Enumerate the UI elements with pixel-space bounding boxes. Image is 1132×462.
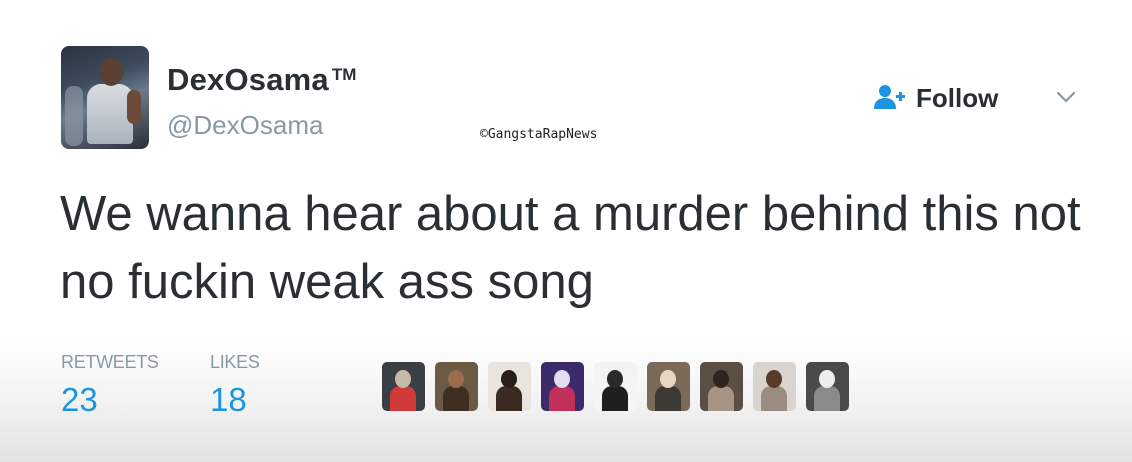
avatar-background-figure	[65, 86, 83, 146]
liker-avatar-figure-head	[819, 370, 835, 388]
avatar-figure-arm	[127, 90, 141, 124]
retweets-stat[interactable]: RETWEETS 23	[61, 350, 159, 422]
liker-avatar-figure-head	[713, 370, 729, 388]
liker-avatar-figure-body	[708, 386, 734, 411]
liker-avatar-figure-body	[655, 386, 681, 411]
follow-button-label: Follow	[916, 83, 999, 113]
likers-avatar-list	[382, 362, 859, 411]
likes-count: 18	[210, 381, 247, 418]
add-user-icon	[874, 85, 905, 109]
liker-avatar-figure-head	[660, 370, 676, 388]
liker-avatar-figure-head	[395, 370, 411, 388]
avatar[interactable]	[61, 46, 149, 149]
liker-avatar-figure-body	[496, 386, 522, 411]
liker-avatar[interactable]	[700, 362, 743, 411]
watermark: ©GangstaRapNews	[480, 127, 598, 142]
avatar-figure-head	[99, 58, 123, 86]
liker-avatar-figure-head	[501, 370, 517, 388]
liker-avatar[interactable]	[806, 362, 849, 411]
liker-avatar[interactable]	[541, 362, 584, 411]
liker-avatar-figure-body	[602, 386, 628, 411]
tweet-card: DexOsama TM @DexOsama ©GangstaRapNews Fo…	[0, 0, 1132, 462]
chevron-down-icon[interactable]	[1053, 86, 1079, 108]
liker-avatar[interactable]	[488, 362, 531, 411]
liker-avatar-figure-body	[443, 386, 469, 411]
liker-avatar-figure-head	[554, 370, 570, 388]
liker-avatar[interactable]	[435, 362, 478, 411]
tweet-text: We wanna hear about a murder behind this…	[60, 187, 1081, 309]
follow-button[interactable]: Follow	[870, 80, 998, 116]
likes-label: LIKES	[210, 352, 260, 372]
liker-avatar-figure-head	[766, 370, 782, 388]
liker-avatar[interactable]	[382, 362, 425, 411]
liker-avatar-figure-body	[390, 386, 416, 411]
liker-avatar-figure-body	[549, 386, 575, 411]
account-name-row[interactable]: DexOsama TM	[167, 60, 356, 100]
liker-avatar-figure-body	[814, 386, 840, 411]
liker-avatar[interactable]	[594, 362, 637, 411]
liker-avatar[interactable]	[753, 362, 796, 411]
liker-avatar-figure-body	[761, 386, 787, 411]
liker-avatar-figure-head	[448, 370, 464, 388]
trademark-symbol: TM	[331, 65, 357, 84]
retweets-label: RETWEETS	[61, 352, 159, 372]
liker-avatar[interactable]	[647, 362, 690, 411]
display-name[interactable]: DexOsama	[167, 60, 329, 100]
user-handle[interactable]: @DexOsama	[167, 109, 323, 141]
likes-stat[interactable]: LIKES 18	[210, 350, 260, 422]
liker-avatar-figure-head	[607, 370, 623, 388]
retweets-count: 23	[61, 381, 98, 418]
